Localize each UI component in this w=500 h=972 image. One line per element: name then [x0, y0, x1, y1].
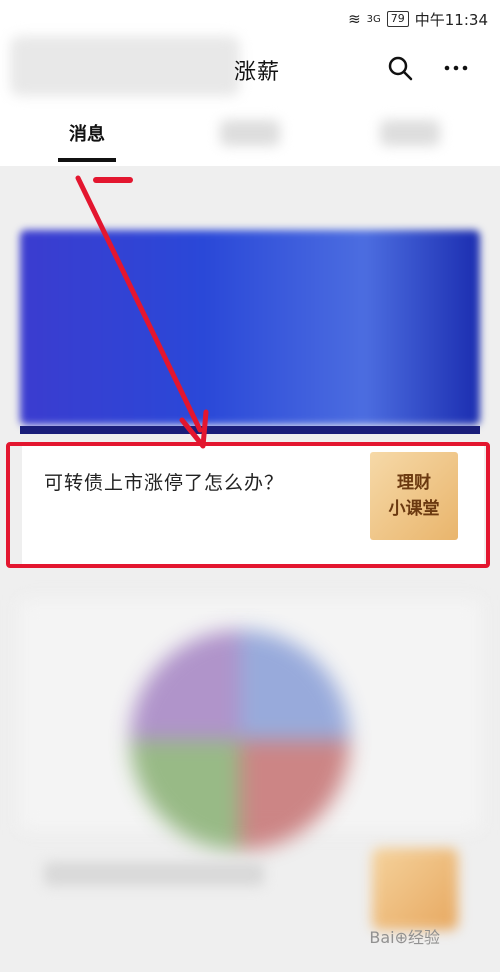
blurred-thumbnail [372, 848, 458, 930]
page-title: 涨薪 [234, 60, 281, 85]
more-icon [444, 65, 468, 71]
more-button[interactable] [442, 54, 470, 82]
active-tab-underline [58, 158, 116, 162]
banner-divider [20, 426, 480, 434]
status-bar: ≋ 3G 79 中午11:34 [0, 0, 500, 36]
watermark: Bai⊕经验 [369, 928, 440, 947]
clock: 中午11:34 [414, 10, 488, 29]
search-icon [388, 56, 413, 81]
tab-messages[interactable]: 消息 [40, 100, 134, 166]
banner-image[interactable] [20, 230, 480, 425]
blurred-header-area [10, 36, 240, 96]
blurred-article-title[interactable] [44, 862, 264, 886]
tab-label: 消息 [69, 124, 105, 145]
wifi-icon: ≋ [348, 10, 361, 28]
status-icons: ≋ 3G 79 中午11:34 [348, 8, 488, 30]
tab-bar: 消息 [0, 100, 500, 166]
blurred-image[interactable] [130, 630, 350, 850]
tab-blurred[interactable] [380, 120, 440, 146]
tab-blurred[interactable] [220, 120, 280, 146]
battery-icon: 79 [386, 11, 409, 27]
highlight-box [6, 442, 490, 568]
app-header: 涨薪 [0, 36, 500, 100]
search-button[interactable] [386, 54, 414, 82]
signal-icon: 3G [366, 13, 381, 25]
